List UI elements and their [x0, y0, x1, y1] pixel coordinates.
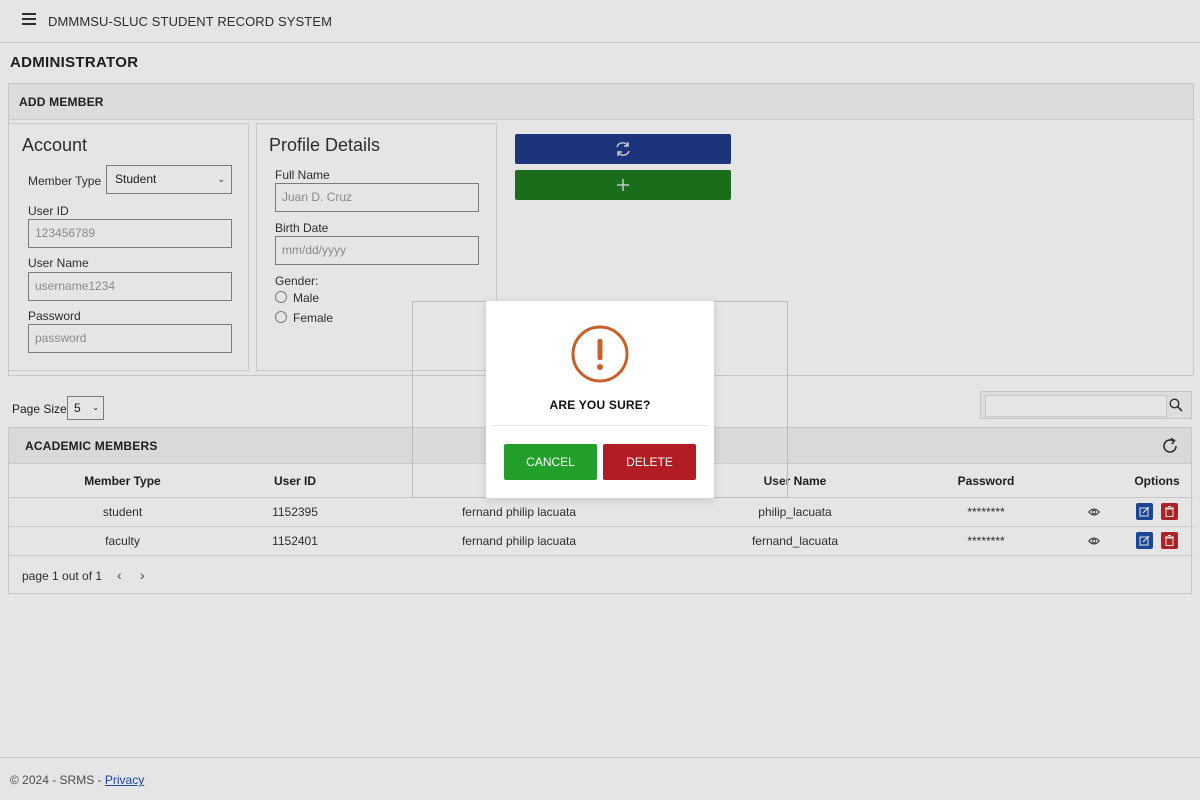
- divider: [492, 425, 708, 426]
- cancel-button[interactable]: CANCEL: [504, 444, 597, 480]
- delete-confirm-button[interactable]: DELETE: [603, 444, 696, 480]
- exclamation-circle-icon: [571, 325, 629, 383]
- dialog-title: ARE YOU SURE?: [549, 398, 651, 412]
- page: DMMMSU-SLUC STUDENT RECORD SYSTEM ADMINI…: [0, 0, 1200, 800]
- confirm-dialog: ARE YOU SURE? CANCEL DELETE: [486, 301, 714, 498]
